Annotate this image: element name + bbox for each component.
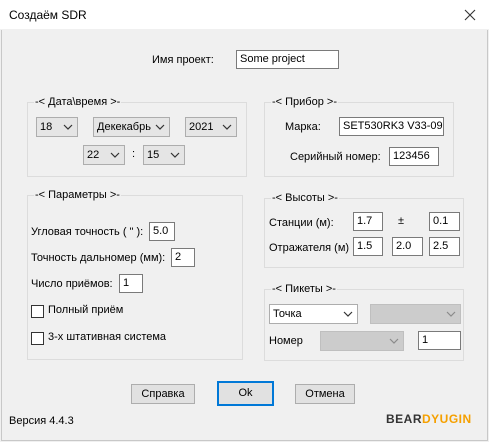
cancel-button[interactable]: Отмена [295, 384, 355, 404]
project-name-label: Имя проект: [152, 54, 214, 66]
chevron-down-icon [222, 124, 232, 130]
device-group-title: -< Прибор >- [271, 96, 338, 108]
time-separator: : [132, 148, 136, 160]
picket-number-input[interactable]: 1 [418, 331, 461, 350]
close-icon [464, 9, 476, 21]
station-height-input[interactable]: 1.7 [353, 212, 383, 231]
day-value: 18 [40, 121, 53, 133]
help-button[interactable]: Справка [131, 384, 195, 404]
reflector-height-input-1[interactable]: 1.5 [353, 237, 383, 256]
picket-type-select[interactable]: Точка [269, 304, 358, 324]
month-value: Декекабрь [97, 121, 151, 133]
picket-number-select[interactable] [320, 331, 404, 351]
tripod-system-checkbox[interactable] [31, 332, 44, 345]
window-title: Создаём SDR [9, 8, 87, 22]
hour-value: 22 [87, 149, 100, 161]
datetime-group-title: -< Дата\время >- [34, 96, 122, 108]
year-value: 2021 [189, 121, 214, 133]
chevron-down-icon [63, 124, 73, 130]
repetitions-input[interactable]: 1 [119, 274, 143, 293]
title-bar: Создаём SDR [0, 0, 489, 30]
full-reception-label: Полный приём [48, 304, 124, 316]
distance-accuracy-label: Точность дальномер (мм): [31, 252, 166, 264]
version-label: Версия 4.4.3 [9, 415, 74, 427]
reflector-height-input-3[interactable]: 2.5 [429, 237, 460, 256]
angular-accuracy-input[interactable]: 5.0 [149, 222, 175, 241]
brand-text-dyugin: DYUGIN [422, 412, 472, 426]
month-select[interactable]: Декекабрь [93, 117, 170, 137]
chevron-down-icon [343, 311, 353, 317]
angular-accuracy-label: Угловая точность ( " ): [31, 226, 144, 238]
project-name-input[interactable]: Some project [236, 50, 339, 69]
brand-text-bear: BEAR [386, 412, 423, 426]
brand-logo: BEARDYUGIN [386, 412, 472, 426]
minute-select[interactable]: 15 [143, 145, 185, 165]
params-group-title: -< Параметры >- [34, 189, 121, 201]
tripod-system-label: 3-х штативная система [48, 331, 167, 343]
device-serial-label: Серийный номер: [290, 151, 381, 163]
device-brand-label: Марка: [285, 121, 321, 133]
day-select[interactable]: 18 [36, 117, 78, 137]
datetime-group: -< Дата\время >- [27, 96, 247, 177]
picket-type-value: Точка [273, 308, 302, 320]
reflector-height-label: Отражателя (м) [269, 242, 350, 254]
minute-value: 15 [147, 149, 160, 161]
device-brand-input[interactable]: SET530RK3 V33-09 [339, 117, 444, 136]
pickets-group-title: -< Пикеты >- [271, 283, 337, 295]
ok-button[interactable]: Ok [217, 381, 274, 406]
picket-number-label: Номер [269, 335, 303, 347]
repetitions-label: Число приёмов: [31, 278, 113, 290]
hour-select[interactable]: 22 [83, 145, 125, 165]
close-button[interactable] [459, 4, 481, 26]
chevron-down-icon [446, 311, 456, 317]
heights-group: -< Высоты >- [264, 192, 464, 268]
distance-accuracy-input[interactable]: 2 [171, 248, 195, 267]
device-serial-input[interactable]: 123456 [389, 147, 439, 166]
heights-group-title: -< Высоты >- [271, 192, 339, 204]
full-reception-checkbox[interactable] [31, 305, 44, 318]
reflector-height-input-2[interactable]: 2.0 [392, 237, 423, 256]
picket-subtype-select[interactable] [370, 304, 461, 324]
station-tolerance-input[interactable]: 0.1 [429, 212, 460, 231]
chevron-down-icon [155, 124, 165, 130]
chevron-down-icon [170, 152, 180, 158]
chevron-down-icon [389, 338, 399, 344]
chevron-down-icon [110, 152, 120, 158]
year-select[interactable]: 2021 [185, 117, 237, 137]
station-height-label: Станции (м): [269, 217, 334, 229]
plus-minus-label: ± [398, 215, 405, 227]
